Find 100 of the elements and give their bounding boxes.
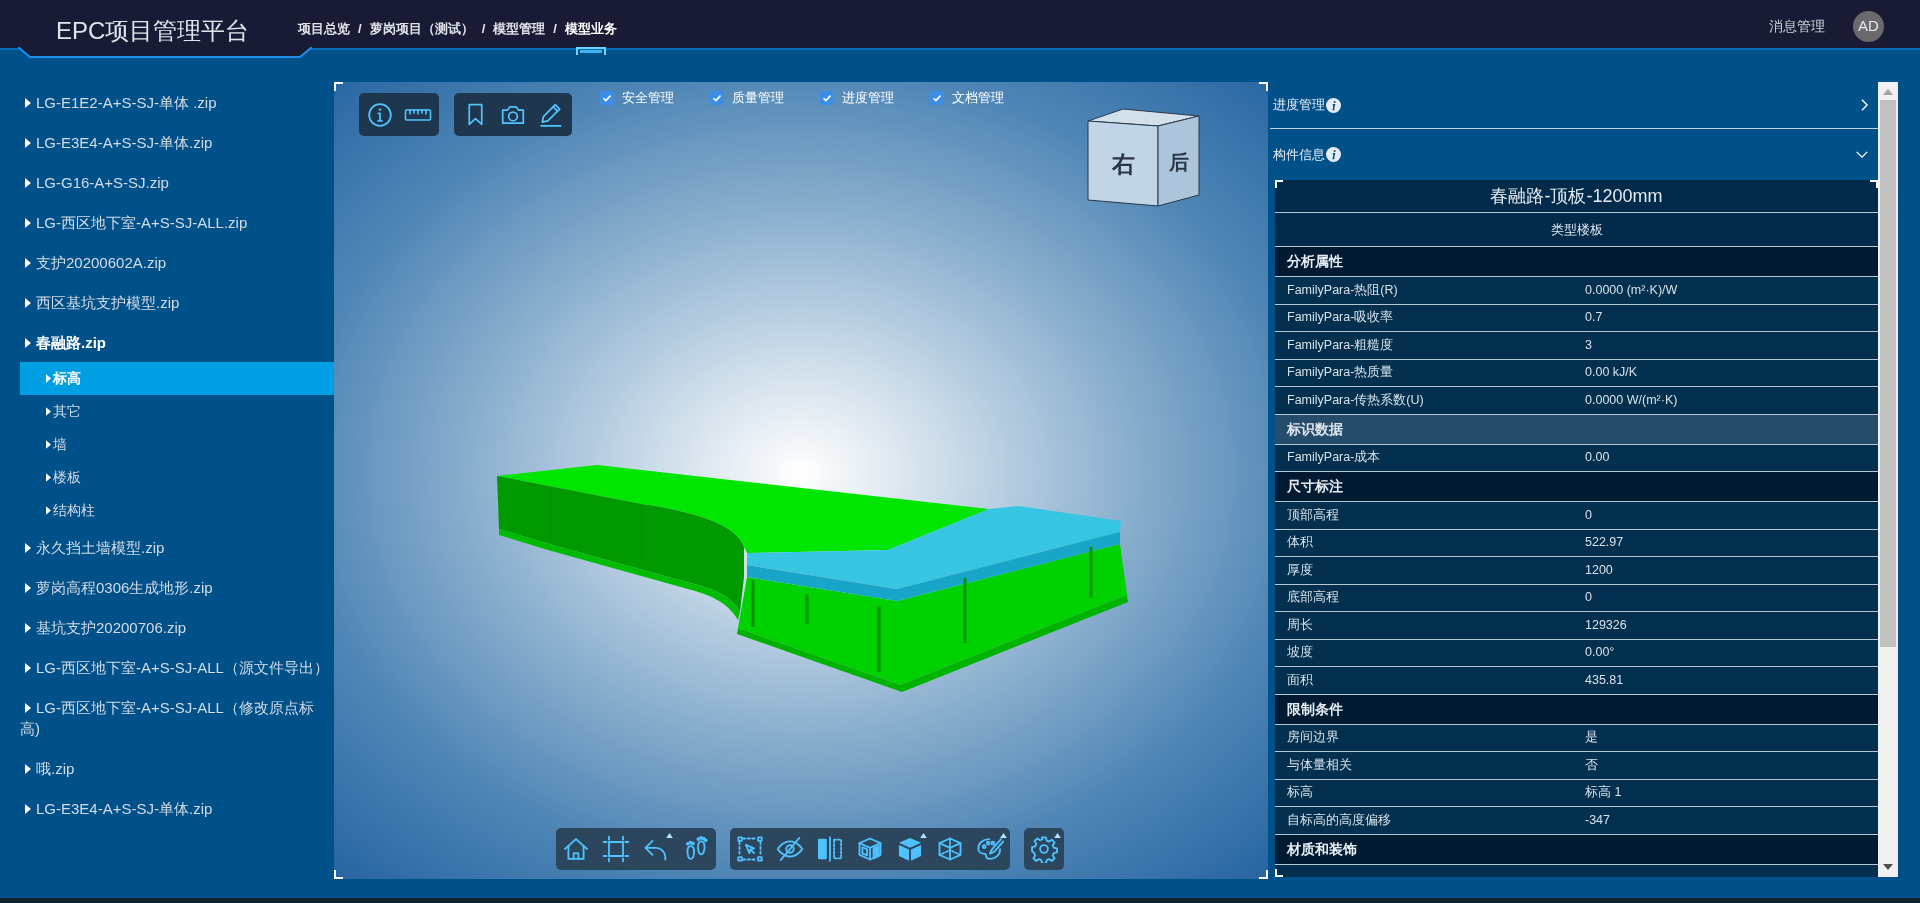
active-tab-indicator bbox=[575, 47, 606, 56]
file-tree-item[interactable]: LG-西区地下室-A+S-SJ-ALL.zip bbox=[0, 202, 334, 242]
checkbox-label[interactable]: 安全管理 bbox=[622, 88, 674, 108]
property-name: FamilyPara-热质量 bbox=[1286, 364, 1395, 382]
category-tree-item[interactable]: 其它 bbox=[20, 395, 334, 428]
cube-box-icon bbox=[856, 835, 884, 863]
breadcrumb-link[interactable]: 模型管理 bbox=[493, 19, 546, 39]
info-icon bbox=[1326, 147, 1341, 162]
checkbox[interactable] bbox=[930, 91, 944, 105]
file-tree-item[interactable]: 西区基坑支护模型.zip bbox=[0, 282, 334, 322]
file-tree-item[interactable]: LG-E1E2-A+S-SJ-单体 .zip bbox=[0, 82, 334, 122]
checkbox-label[interactable]: 进度管理 bbox=[842, 88, 894, 108]
user-avatar[interactable]: AD bbox=[1853, 10, 1884, 42]
caret-right-icon bbox=[25, 702, 31, 713]
scrollbar-thumb[interactable] bbox=[1880, 100, 1896, 647]
file-tree-item[interactable]: 春融路.zip bbox=[0, 322, 334, 362]
category-tree-item[interactable]: 结构柱 bbox=[20, 494, 334, 527]
wireframe-cube-icon bbox=[936, 835, 964, 863]
dropdown-caret-icon bbox=[920, 833, 927, 838]
file-tree-item[interactable]: 永久挡土墙模型.zip bbox=[0, 527, 334, 567]
info-icon bbox=[367, 101, 393, 128]
file-tree-item[interactable]: 基坑支护20200706.zip bbox=[0, 607, 334, 647]
dropdown-caret-icon bbox=[1000, 833, 1007, 838]
category-tree-item[interactable]: 楼板 bbox=[20, 461, 334, 494]
eye-slash-icon bbox=[776, 835, 804, 863]
section-header[interactable]: 分析属性 bbox=[1275, 247, 1878, 277]
property-value: 0.00 bbox=[1585, 449, 1610, 467]
file-tree-item[interactable]: 哦.zip bbox=[0, 748, 334, 788]
app-title: EPC项目管理平台 bbox=[55, 16, 251, 46]
caret-right-icon bbox=[25, 662, 31, 673]
dropdown-caret-icon bbox=[666, 833, 673, 838]
pencil-icon bbox=[538, 101, 564, 128]
section-header[interactable]: 尺寸标注 bbox=[1275, 472, 1878, 502]
checkbox-label[interactable]: 质量管理 bbox=[732, 88, 784, 108]
checkbox[interactable] bbox=[600, 91, 614, 105]
property-value: 否 bbox=[1585, 756, 1598, 774]
corner-bracket-icon bbox=[1275, 180, 1283, 188]
settings-icon bbox=[1030, 835, 1058, 863]
corner-bracket-icon bbox=[334, 82, 343, 91]
frame-icon bbox=[602, 835, 630, 863]
file-tree-item[interactable]: LG-G16-A+S-SJ.zip bbox=[0, 162, 334, 202]
accordion-header[interactable]: 进度管理 bbox=[1270, 82, 1878, 129]
checkbox-label[interactable]: 文档管理 bbox=[952, 88, 1004, 108]
breadcrumb-separator: / bbox=[358, 20, 362, 39]
property-name: 标高 bbox=[1286, 784, 1314, 802]
property-value: 0.00 kJ/K bbox=[1585, 364, 1638, 382]
dropdown-caret-icon bbox=[1054, 833, 1061, 838]
element-type: 类型楼板 bbox=[1275, 213, 1878, 247]
section-header[interactable]: 材质和装饰 bbox=[1275, 834, 1878, 865]
file-tree-item[interactable]: 支护20200602A.zip bbox=[0, 242, 334, 282]
property-value: 0.00° bbox=[1585, 644, 1615, 662]
property-name: 周长 bbox=[1286, 616, 1314, 634]
category-tree-item[interactable]: 墙 bbox=[20, 428, 334, 461]
caret-right-icon bbox=[25, 803, 31, 814]
split-panel-icon bbox=[816, 835, 844, 863]
caret-right-icon bbox=[25, 622, 31, 633]
property-name: 面积 bbox=[1286, 671, 1314, 689]
caret-right-icon bbox=[25, 137, 31, 148]
property-value: 435.81 bbox=[1585, 671, 1624, 689]
caret-right-icon bbox=[25, 97, 31, 108]
settings-button[interactable] bbox=[1024, 828, 1064, 870]
file-tree-item[interactable]: LG-E3E4-A+S-SJ-单体.zip bbox=[0, 788, 334, 828]
scrollbar-track[interactable] bbox=[1878, 82, 1898, 877]
scroll-down-icon[interactable] bbox=[1883, 864, 1893, 870]
property-value: 522.97 bbox=[1585, 534, 1624, 552]
caret-right-icon bbox=[46, 473, 51, 482]
property-value: 是 bbox=[1585, 729, 1598, 747]
property-name: FamilyPara-热阻(R) bbox=[1286, 281, 1399, 299]
3d-viewport[interactable]: 安全管理 质量管理 进度管理 文档管理 右 后 bbox=[334, 82, 1268, 879]
property-name: FamilyPara-吸收率 bbox=[1286, 309, 1395, 327]
property-name: 底部高程 bbox=[1286, 589, 1340, 607]
caret-right-icon bbox=[25, 582, 31, 593]
breadcrumb-separator: / bbox=[481, 20, 486, 39]
messages-link[interactable]: 消息管理 bbox=[1769, 15, 1825, 37]
property-value: 0 bbox=[1585, 589, 1592, 607]
info-icon bbox=[1326, 97, 1341, 113]
property-value: 129326 bbox=[1585, 616, 1627, 634]
caret-right-icon bbox=[25, 337, 31, 348]
property-name: FamilyPara-成本 bbox=[1286, 449, 1382, 467]
property-name: 厚度 bbox=[1286, 561, 1314, 579]
file-tree-item[interactable]: 萝岗高程0306生成地形.zip bbox=[0, 567, 334, 607]
element-title: 春融路-顶板-1200mm bbox=[1275, 180, 1878, 213]
section-header[interactable]: 限制条件 bbox=[1275, 694, 1878, 725]
caret-right-icon bbox=[46, 407, 51, 416]
property-name: 房间边界 bbox=[1286, 729, 1340, 747]
breadcrumb-link[interactable]: 项目总览 bbox=[298, 19, 350, 39]
caret-right-icon bbox=[46, 440, 51, 449]
file-tree-item[interactable]: LG-西区地下室-A+S-SJ-ALL（源文件导出） bbox=[0, 647, 334, 687]
checkbox[interactable] bbox=[710, 91, 724, 105]
section-header[interactable]: 标识数据 bbox=[1275, 414, 1878, 445]
box-select-icon bbox=[736, 835, 764, 863]
property-value: 0 bbox=[1585, 506, 1592, 524]
file-tree-item[interactable]: LG-E3E4-A+S-SJ-单体.zip bbox=[0, 122, 334, 162]
caret-right-icon bbox=[25, 542, 31, 553]
accordion-header[interactable]: 构件信息 bbox=[1270, 129, 1878, 180]
breadcrumb-link[interactable]: 萝岗项目（测试） bbox=[369, 19, 474, 39]
file-tree-item[interactable]: LG-西区地下室-A+S-SJ-ALL（修改原点标高) bbox=[0, 687, 334, 748]
property-name: FamilyPara-传热系数(U) bbox=[1286, 391, 1425, 409]
breadcrumb-link[interactable]: 模型业务 bbox=[564, 19, 617, 39]
checkbox[interactable] bbox=[820, 91, 834, 105]
